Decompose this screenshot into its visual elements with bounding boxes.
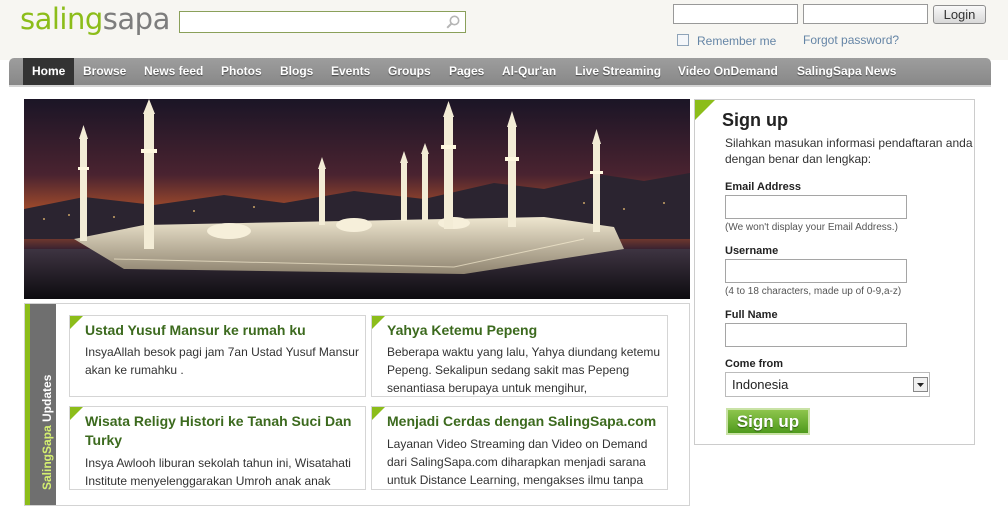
chevron-down-icon[interactable]: [913, 377, 928, 392]
fullname-field[interactable]: [725, 323, 907, 347]
nav-photos[interactable]: Photos: [221, 58, 262, 85]
main-nav: Home Browse News feed Photos Blogs Event…: [9, 58, 991, 85]
updates-panel: SalingSapa Updates Ustad Yusuf Mansur ke…: [24, 303, 690, 506]
email-field[interactable]: [725, 195, 907, 219]
login-password-field[interactable]: [803, 4, 928, 24]
signup-panel: Sign up Silahkan masukan informasi penda…: [694, 99, 975, 445]
card-corner: [70, 316, 83, 329]
nav-live-streaming[interactable]: Live Streaming: [575, 58, 661, 85]
country-label: Come from: [725, 358, 784, 370]
nav-al-quran[interactable]: Al-Qur'an: [502, 58, 556, 85]
hero-banner: [24, 99, 690, 299]
nav-pages[interactable]: Pages: [449, 58, 484, 85]
nav-divider: [9, 85, 991, 87]
updates-title-text: Updates: [40, 374, 54, 426]
update-card[interactable]: Ustad Yusuf Mansur ke rumah ku InsyaAlla…: [69, 315, 366, 397]
card-corner: [372, 407, 385, 420]
update-card-text: Beberapa waktu yang lalu, Yahya diundang…: [387, 345, 661, 359]
update-card-text: InsyaAllah besok pagi jam 7an Ustad Yusu…: [85, 345, 359, 359]
country-select[interactable]: Indonesia: [725, 372, 930, 397]
nav-salingsapa-news[interactable]: SalingSapa News: [797, 58, 896, 85]
update-card-text: Layanan Video Streaming dan Video on Dem…: [387, 437, 648, 451]
update-card-title[interactable]: Ustad Yusuf Mansur ke rumah ku: [85, 321, 357, 340]
logo-text-sapa: sapa: [102, 2, 171, 36]
nav-blogs[interactable]: Blogs: [280, 58, 313, 85]
login-email-field[interactable]: [673, 4, 798, 24]
username-label: Username: [725, 245, 779, 257]
remember-me-checkbox[interactable]: [677, 34, 689, 46]
search-icon[interactable]: [445, 14, 461, 30]
update-card-text: senantiasa berupaya untuk mengihur,: [387, 381, 588, 395]
nav-home[interactable]: Home: [23, 58, 75, 85]
fullname-label: Full Name: [725, 309, 778, 321]
updates-title: SalingSapa Updates: [40, 375, 54, 490]
update-card-title[interactable]: Yahya Ketemu Pepeng: [387, 321, 659, 340]
forgot-password-link[interactable]: Forgot password?: [803, 33, 899, 47]
logo-text-saling: saling: [20, 2, 103, 36]
country-selected-value: Indonesia: [732, 377, 789, 392]
username-hint: (4 to 18 characters, made up of 0-9,a-z): [725, 286, 902, 297]
nav-news-feed[interactable]: News feed: [144, 58, 203, 85]
site-logo[interactable]: salingsapa: [20, 2, 170, 36]
update-card-text: Insya Awlooh liburan sekolah tahun ini, …: [85, 456, 351, 470]
update-card-text: Institute menyelenggarakan Umroh anak an…: [85, 474, 331, 488]
remember-me-label[interactable]: Remember me: [697, 34, 776, 48]
email-label: Email Address: [725, 181, 802, 193]
signup-corner: [695, 100, 715, 120]
card-corner: [372, 316, 385, 329]
login-button[interactable]: Login: [933, 5, 986, 24]
email-hint: (We won't display your Email Address.): [725, 222, 898, 233]
signup-button[interactable]: Sign up: [726, 408, 810, 435]
signup-title: Sign up: [722, 110, 788, 130]
update-card[interactable]: Menjadi Cerdas dengan SalingSapa.com Lay…: [371, 406, 668, 490]
update-card-text: dari SalingSapa.com diharapkan menjadi s…: [387, 455, 646, 469]
update-card[interactable]: Yahya Ketemu Pepeng Beberapa waktu yang …: [371, 315, 668, 397]
updates-side-label: SalingSapa Updates: [30, 304, 56, 505]
search-box[interactable]: [179, 11, 466, 33]
update-card-text: Pepeng. Sekalipun sedang sakit mas Pepen…: [387, 363, 630, 377]
mosque-night-image: [24, 99, 690, 299]
nav-browse[interactable]: Browse: [83, 58, 126, 85]
nav-groups[interactable]: Groups: [388, 58, 431, 85]
update-card-text: akan ke rumahku .: [85, 363, 184, 377]
update-card[interactable]: Wisata Religy Histori ke Tanah Suci Dan …: [69, 406, 366, 490]
username-field[interactable]: [725, 259, 907, 283]
search-input[interactable]: [183, 13, 442, 33]
update-card-text: untuk Distance Learning, mengakses ilmu …: [387, 473, 644, 487]
update-card-title[interactable]: Menjadi Cerdas dengan SalingSapa.com: [387, 412, 659, 431]
nav-events[interactable]: Events: [331, 58, 370, 85]
top-bar: salingsapa Login Remember me Forgot pass…: [0, 0, 1008, 60]
nav-video-ondemand[interactable]: Video OnDemand: [678, 58, 778, 85]
updates-title-brand: SalingSapa: [40, 425, 54, 490]
card-corner: [70, 407, 83, 420]
update-card-title[interactable]: Wisata Religy Histori ke Tanah Suci Dan …: [85, 412, 357, 450]
signup-description: Silahkan masukan informasi pendaftaran a…: [725, 136, 973, 166]
